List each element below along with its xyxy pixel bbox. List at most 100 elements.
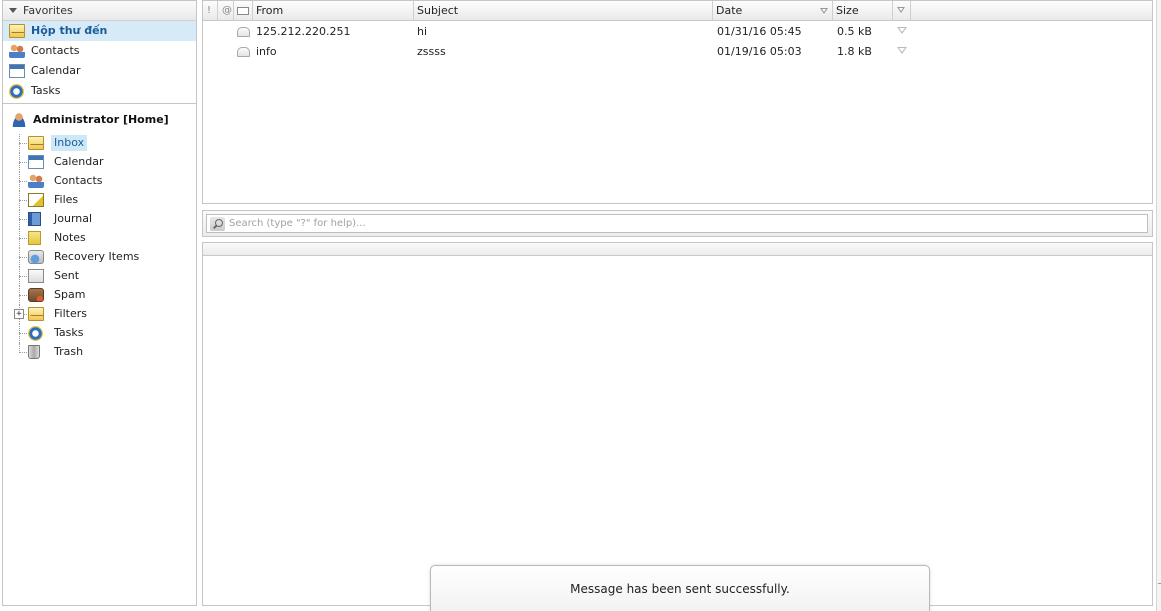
tasks-icon: [9, 84, 24, 99]
toast-message: Message has been sent successfully.: [570, 582, 790, 596]
column-from[interactable]: From: [253, 1, 414, 21]
message-list-header: ! @ From Subject Date Size: [203, 1, 1152, 21]
favorite-item-calendar[interactable]: Calendar: [3, 61, 196, 81]
folder-files[interactable]: Files: [3, 191, 196, 210]
folder-spam[interactable]: Spam: [3, 286, 196, 305]
folder-trash[interactable]: Trash: [3, 343, 196, 362]
folder-sent[interactable]: Sent: [3, 267, 196, 286]
search-icon[interactable]: [210, 217, 225, 231]
column-size[interactable]: Size: [833, 1, 893, 21]
favorite-item-contacts[interactable]: Contacts: [3, 41, 196, 61]
trash-icon: [28, 345, 40, 359]
calendar-icon: [9, 64, 25, 78]
attachment-icon: @: [222, 5, 232, 16]
tasks-icon: [28, 326, 43, 341]
message-subject: hi: [417, 25, 428, 38]
folder-recovery-items[interactable]: Recovery Items: [3, 248, 196, 267]
search-input[interactable]: [229, 215, 1144, 232]
priority-icon: !: [207, 5, 212, 16]
column-subject-label: Subject: [417, 4, 459, 17]
column-date-label: Date: [716, 4, 743, 17]
flag-icon[interactable]: [897, 47, 907, 54]
notification-toast: Message has been sent successfully.: [430, 565, 930, 611]
spam-icon: [28, 288, 44, 302]
collapse-triangle-icon[interactable]: [9, 8, 17, 13]
favorites-header-label: Favorites: [23, 4, 73, 17]
sent-icon: [28, 269, 44, 283]
folder-journal[interactable]: Journal: [3, 210, 196, 229]
favorite-item-tasks[interactable]: Tasks: [3, 81, 196, 101]
column-subject[interactable]: Subject: [414, 1, 713, 21]
folder-notes[interactable]: Notes: [3, 229, 196, 248]
folder-contacts[interactable]: Contacts: [3, 172, 196, 191]
envelope-icon: [237, 7, 249, 15]
folder-label: Tasks: [54, 326, 84, 339]
favorite-item-label: Tasks: [31, 84, 61, 97]
column-from-label: From: [256, 4, 284, 17]
column-date[interactable]: Date: [713, 1, 833, 21]
sort-descending-icon: [820, 8, 828, 14]
favorite-item-label: Contacts: [31, 44, 80, 57]
column-size-label: Size: [836, 4, 859, 17]
read-envelope-icon: [237, 47, 250, 57]
files-icon: [28, 193, 44, 207]
folder-label: Notes: [54, 231, 86, 244]
favorites-divider: [3, 103, 196, 104]
search-bar: [202, 210, 1153, 237]
column-flag[interactable]: [893, 1, 911, 21]
column-priority[interactable]: !: [203, 1, 218, 21]
folder-label: Calendar: [54, 155, 104, 168]
favorite-item-label: Hộp thư đến: [31, 24, 108, 37]
journal-icon: [28, 212, 41, 226]
message-list: ! @ From Subject Date Size 125.212.220.2…: [202, 0, 1153, 204]
folder-label: Journal: [54, 212, 93, 225]
folder-label: Sent: [54, 269, 80, 282]
recovery-icon: [28, 250, 44, 264]
folder-inbox[interactable]: Inbox: [3, 134, 196, 153]
folder-label: Contacts: [54, 174, 103, 187]
message-from: info: [256, 45, 277, 58]
favorite-item-inbox[interactable]: Hộp thư đến: [3, 21, 196, 41]
inbox-icon: [9, 24, 25, 38]
message-row[interactable]: 125.212.220.251 hi 01/31/16 05:45 0.5 kB: [203, 22, 1152, 42]
message-from: 125.212.220.251: [256, 25, 351, 38]
contacts-icon: [28, 174, 44, 188]
folder-tasks[interactable]: Tasks: [3, 324, 196, 343]
preview-header: [203, 243, 1152, 256]
calendar-icon: [28, 155, 44, 169]
flag-icon: [897, 7, 905, 13]
user-icon: [11, 113, 27, 127]
contacts-icon: [9, 44, 25, 58]
folder-label: Recovery Items: [54, 250, 140, 263]
inbox-icon: [28, 136, 44, 150]
folder-pane: Favorites Hộp thư đến Contacts Calendar …: [2, 0, 197, 606]
folder-filters[interactable]: + Filters: [3, 305, 196, 324]
folder-label: Trash: [54, 345, 84, 358]
favorites-header[interactable]: Favorites: [3, 1, 196, 21]
message-size: 0.5 kB: [837, 25, 872, 38]
column-attachment[interactable]: @: [218, 1, 234, 21]
message-row[interactable]: info zssss 01/19/16 05:03 1.8 kB: [203, 42, 1152, 62]
folder-tree: Inbox Calendar Contacts Files Journal No…: [3, 134, 196, 362]
message-size: 1.8 kB: [837, 45, 872, 58]
folder-label: Files: [54, 193, 79, 206]
flag-icon[interactable]: [897, 27, 907, 34]
folder-label: Inbox: [51, 135, 88, 151]
expand-plus-icon[interactable]: +: [14, 309, 24, 319]
message-date: 01/31/16 05:45: [717, 25, 802, 38]
read-envelope-icon: [237, 27, 250, 37]
message-subject: zssss: [417, 45, 446, 58]
message-date: 01/19/16 05:03: [717, 45, 802, 58]
folder-label: Spam: [54, 288, 86, 301]
column-read-status[interactable]: [234, 1, 253, 21]
account-node[interactable]: Administrator [Home]: [3, 106, 196, 134]
folder-calendar[interactable]: Calendar: [3, 153, 196, 172]
right-scrollbar[interactable]: [1156, 0, 1161, 611]
favorite-item-label: Calendar: [31, 64, 81, 77]
notes-icon: [28, 231, 41, 245]
preview-pane: [202, 242, 1153, 606]
account-label: Administrator [Home]: [33, 113, 169, 126]
search-box[interactable]: [206, 214, 1148, 233]
filters-icon: [28, 307, 44, 321]
folder-label: Filters: [54, 307, 87, 320]
